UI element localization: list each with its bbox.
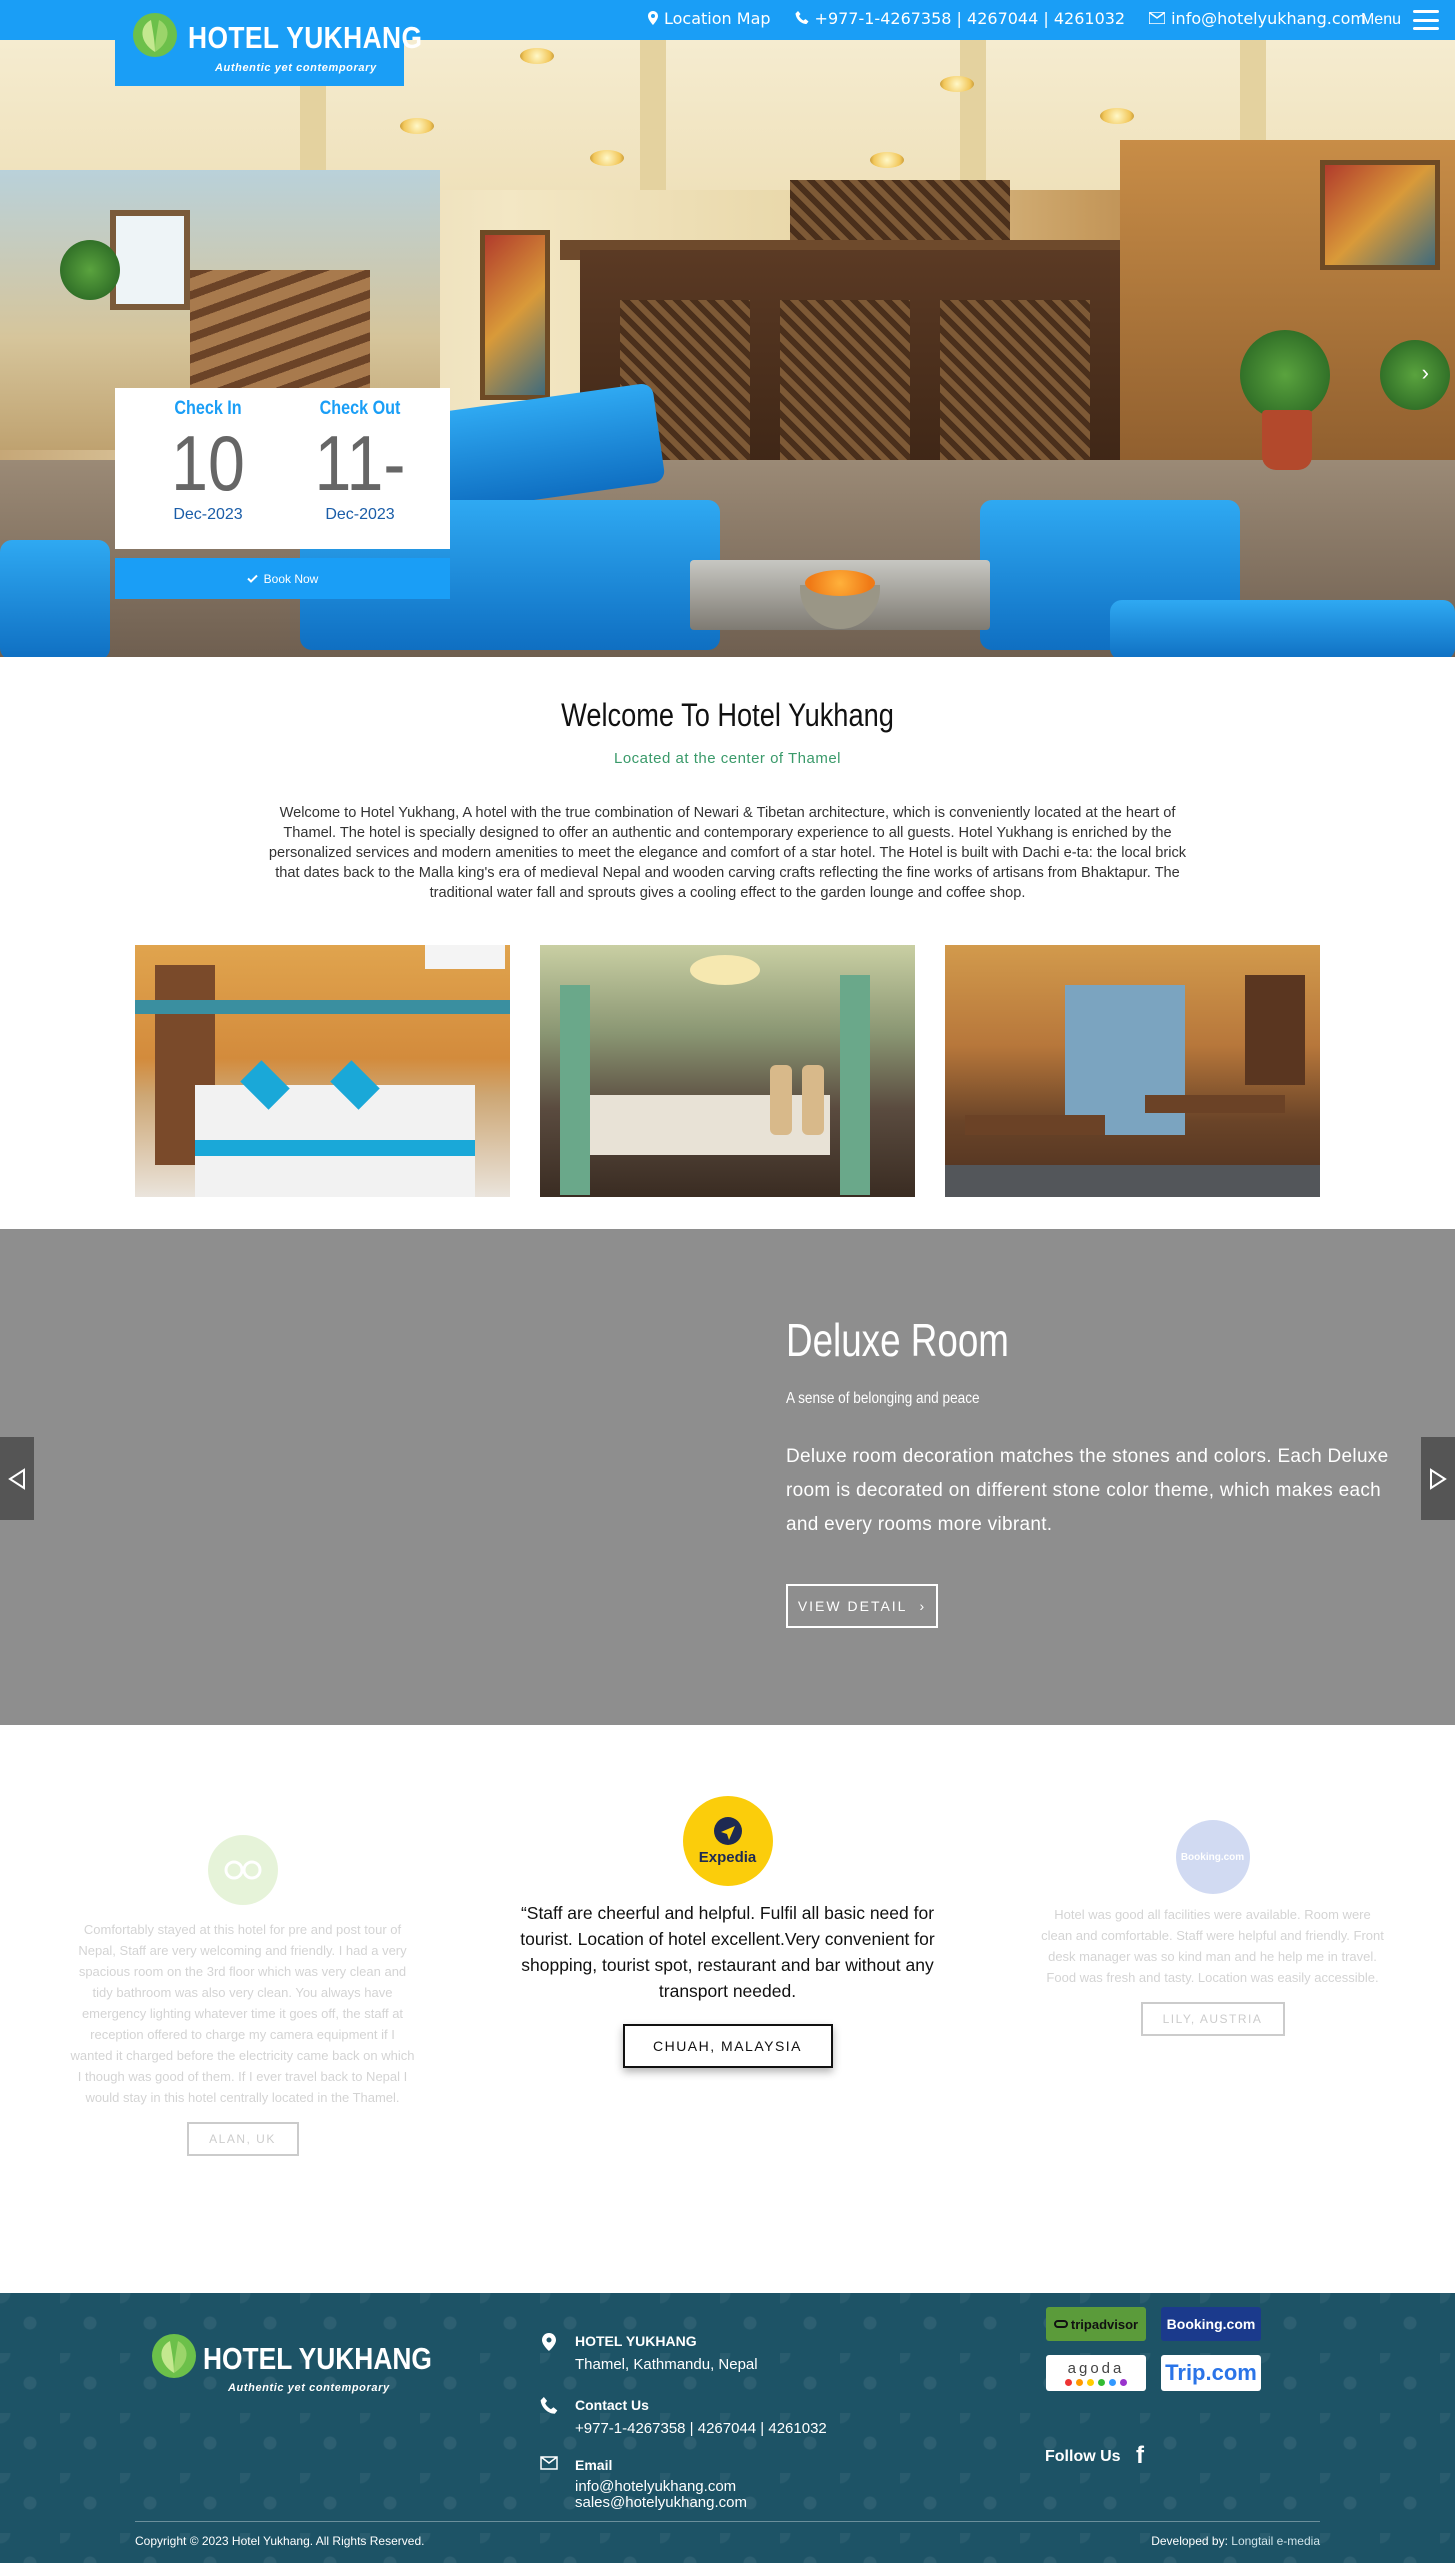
review-card-booking: Booking.com Hotel was good all facilitie… <box>1040 1820 1385 2036</box>
developed-by: Developed by: Longtail e-media <box>1151 2534 1320 2548</box>
footer-email-heading: Email <box>575 2457 613 2473</box>
review-text: Comfortably stayed at this hotel for pre… <box>70 1922 415 2105</box>
footer-contact: Contact Us +977-1-4267358 | 4267044 | 42… <box>540 2397 940 2447</box>
logo-name: HOTEL YUKHANG <box>188 20 423 55</box>
checkin-picker[interactable]: Check In 10 Dec-2023 <box>133 388 283 524</box>
check-icon <box>246 574 258 583</box>
review-card-expedia: Expedia “Staff are cheerful and helpful.… <box>515 1796 940 2068</box>
page: Location Map +977-1-4267358 | 4267044 | … <box>0 0 1455 2563</box>
footer-address: HOTEL YUKHANG Thamel, Kathmandu, Nepal <box>540 2333 940 2383</box>
checkin-label: Check In <box>174 398 242 419</box>
map-marker-icon <box>542 2333 556 2351</box>
checkout-label: Check Out <box>319 398 401 419</box>
facebook-icon[interactable]: f <box>1136 2442 1144 2470</box>
review-text: “Staff are cheerful and helpful. Fulfil … <box>520 1903 935 2001</box>
triangle-right-icon <box>1430 1467 1447 1490</box>
footer-divider <box>135 2521 1320 2522</box>
footer-contact-phone[interactable]: +977-1-4267358 | 4267044 | 4261032 <box>575 2421 827 2437</box>
tripcom-badge-label: Trip.com <box>1165 2360 1257 2385</box>
phone-link[interactable]: +977-1-4267358 | 4267044 | 4261032 <box>795 8 1126 28</box>
footer-logo-name: HOTEL YUKHANG <box>203 2341 432 2376</box>
booking-widget: Check In 10 Dec-2023 Check Out 11- Dec-2… <box>115 388 450 549</box>
gallery-image-buffet[interactable] <box>540 945 915 1197</box>
review-text: Hotel was good all facilities were avail… <box>1041 1907 1384 1985</box>
review-author-button[interactable]: LILY, AUSTRIA <box>1140 2002 1285 2036</box>
envelope-icon <box>1149 12 1166 24</box>
checkin-month: Dec-2023 <box>173 506 243 523</box>
phone-icon <box>795 11 809 24</box>
booking-logo-text: Booking.com <box>1180 1851 1245 1863</box>
footer-logo-tagline: Authentic yet contemporary <box>228 2382 390 2394</box>
triangle-left-icon <box>8 1467 25 1490</box>
booking-badge-label: Booking.com <box>1166 2316 1256 2332</box>
book-now-label: Book Now <box>263 571 319 586</box>
footer-address-text: Thamel, Kathmandu, Nepal <box>575 2356 758 2373</box>
agoda-badge-label: agoda <box>1067 2359 1125 2377</box>
checkout-month: Dec-2023 <box>325 506 395 523</box>
gallery-image-bedroom[interactable] <box>135 945 510 1197</box>
review-card-tripadvisor: Comfortably stayed at this hotel for pre… <box>70 1835 415 2156</box>
checkout-picker[interactable]: Check Out 11- Dec-2023 <box>285 388 435 524</box>
agoda-badge[interactable]: agoda <box>1046 2355 1146 2391</box>
room-title: Deluxe Room <box>786 1314 1009 1366</box>
phone-icon <box>540 2397 558 2414</box>
footer-address-heading: HOTEL YUKHANG <box>575 2333 697 2349</box>
welcome-title: Welcome To Hotel Yukhang <box>561 697 894 733</box>
welcome-body: Welcome to Hotel Yukhang, A hotel with t… <box>268 805 1187 901</box>
menu-label: Menu <box>1360 11 1401 28</box>
menu-button[interactable]: Menu <box>1361 4 1439 36</box>
leaf-logo-icon <box>133 13 177 57</box>
footer-contact-heading: Contact Us <box>575 2397 649 2413</box>
view-detail-label: VIEW DETAIL <box>797 1598 908 1614</box>
review-author: ALAN, UK <box>209 2132 276 2146</box>
owl-eyes-icon <box>1053 2320 1068 2328</box>
room-subtitle: A sense of belonging and peace <box>786 1390 980 1407</box>
developer-link[interactable]: Longtail e-media <box>1231 2534 1320 2548</box>
top-contact-links: Location Map +977-1-4267358 | 4267044 | … <box>648 0 1366 36</box>
welcome-subtitle: Located at the center of Thamel <box>613 750 842 767</box>
chevron-right-icon: › <box>919 1598 927 1614</box>
slider-next-arrow[interactable] <box>1421 1437 1455 1520</box>
review-author-button[interactable]: CHUAH, MALAYSIA <box>622 2024 833 2068</box>
review-author: LILY, AUSTRIA <box>1162 2012 1263 2026</box>
tripadvisor-badge-label: tripadvisor <box>1070 2316 1139 2332</box>
room-description: Deluxe room decoration matches the stone… <box>786 1446 1389 1535</box>
booking-badge[interactable]: Booking.com <box>1161 2307 1261 2341</box>
agoda-dots-icon <box>1065 2378 1127 2386</box>
tripcom-badge[interactable]: Trip.com <box>1161 2355 1261 2391</box>
view-detail-button[interactable]: VIEW DETAIL › <box>786 1584 938 1628</box>
footer-leaf-logo-icon <box>152 2334 196 2378</box>
logo-tagline: Authentic yet contemporary <box>215 62 377 74</box>
tripadvisor-logo-icon <box>207 1835 278 1905</box>
email-label: info@hotelyukhang.com <box>1171 8 1366 28</box>
location-map-link[interactable]: Location Map <box>648 9 771 28</box>
hamburger-icon <box>1413 10 1439 30</box>
hero-next-arrow[interactable]: › <box>1422 360 1429 386</box>
phone-label: +977-1-4267358 | 4267044 | 4261032 <box>814 8 1126 28</box>
checkin-day: 10 <box>171 419 245 507</box>
footer-email-2[interactable]: sales@hotelyukhang.com <box>575 2495 747 2511</box>
map-marker-icon <box>648 11 658 25</box>
booking-logo-icon: Booking.com <box>1175 1820 1250 1894</box>
book-now-button[interactable]: Book Now <box>115 558 450 599</box>
gallery-image-restaurant[interactable] <box>945 945 1320 1197</box>
review-author-button[interactable]: ALAN, UK <box>186 2122 299 2156</box>
expedia-logo-icon: Expedia <box>682 1796 773 1886</box>
location-map-label: Location Map <box>664 8 771 28</box>
slider-prev-arrow[interactable] <box>0 1437 34 1520</box>
email-link[interactable]: info@hotelyukhang.com <box>1149 9 1366 28</box>
site-logo[interactable]: HOTEL YUKHANG Authentic yet contemporary <box>115 0 422 86</box>
copyright-text: Copyright © 2023 Hotel Yukhang. All Righ… <box>135 2534 425 2548</box>
follow-us-label: Follow Us <box>1045 2448 1121 2465</box>
review-author: CHUAH, MALAYSIA <box>652 2038 803 2054</box>
footer-email-1[interactable]: info@hotelyukhang.com <box>575 2479 736 2495</box>
checkout-day: 11- <box>314 419 406 507</box>
developed-by-label: Developed by: <box>1151 2534 1228 2548</box>
envelope-icon <box>540 2456 558 2470</box>
expedia-logo-text: Expedia <box>698 1849 757 1866</box>
footer-email: Email info@hotelyukhang.com sales@hotely… <box>540 2454 940 2514</box>
tripadvisor-badge[interactable]: tripadvisor <box>1046 2307 1146 2341</box>
